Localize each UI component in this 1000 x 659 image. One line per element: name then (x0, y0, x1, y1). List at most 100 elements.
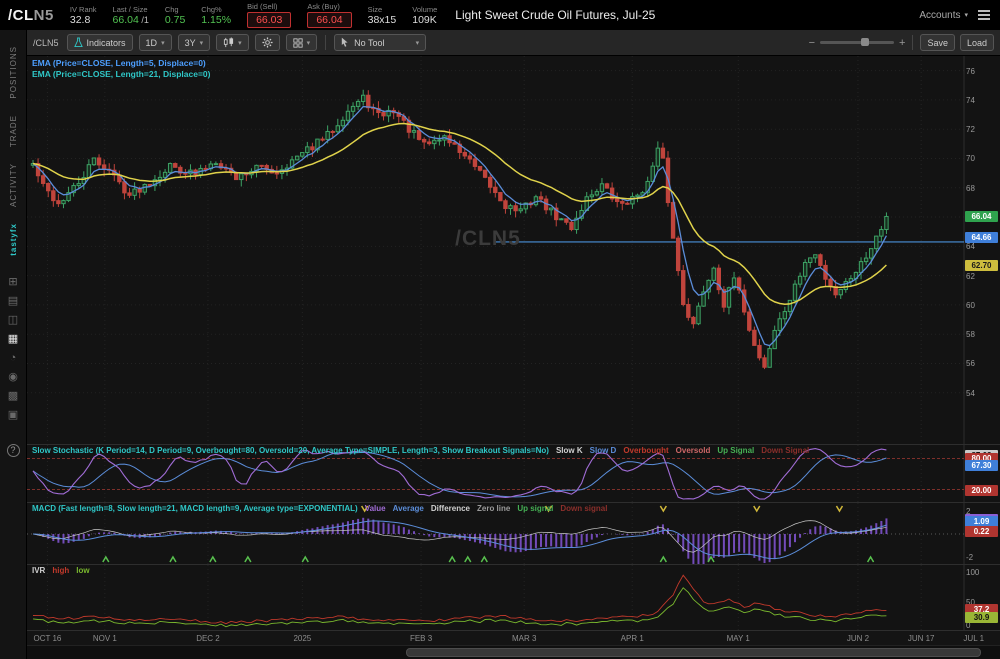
grid-layout-dropdown[interactable]: ▾ (286, 34, 318, 51)
legend-item: Average (393, 504, 424, 513)
ivr-panel[interactable]: IVRhighlow 10050037.230.9 (27, 564, 1000, 630)
accounts-menu[interactable]: Accounts ▾ (919, 10, 968, 21)
help-button[interactable]: ? (7, 444, 20, 457)
axis-label: 68 (966, 184, 996, 193)
sidebar-tab-activity[interactable]: ACTIVITY (9, 163, 18, 207)
sidebar-tab-trade[interactable]: TRADE (9, 115, 18, 147)
size-value: 38x15 (368, 14, 397, 26)
chart-style-dropdown[interactable]: ▾ (216, 34, 249, 51)
chart-area: /CLN5 Indicators 1D ▾ 3Y ▾ ▾ (27, 30, 1000, 659)
size-label: Size (368, 5, 397, 14)
legend-item: Up signal (517, 504, 553, 513)
chg-pct-field: Chg% 1.15% (201, 5, 231, 26)
macd-histogram (33, 518, 886, 564)
chevron-down-icon: ▾ (161, 39, 165, 47)
slow-d-line (33, 452, 886, 497)
last-size-label: Last / Size (113, 5, 149, 14)
chevron-down-icon: ▾ (307, 39, 311, 47)
timeframe-dropdown[interactable]: 1D ▾ (139, 34, 172, 51)
follow-icon[interactable]: ◉ (8, 371, 18, 384)
save-button[interactable]: Save (920, 34, 955, 51)
bid-label: Bid (Sell) (247, 2, 291, 11)
axis-price-badge: 0.22 (965, 526, 998, 537)
chart-settings-button[interactable] (255, 34, 280, 51)
up-signal-arrow (245, 557, 251, 562)
axis-label: 58 (966, 330, 996, 339)
load-button[interactable]: Load (960, 34, 994, 51)
charts-icon[interactable]: ▦ (8, 333, 18, 346)
news-icon[interactable]: ▤ (8, 295, 18, 308)
chevron-down-icon: ▾ (964, 11, 968, 19)
calendar-icon[interactable]: ▣ (8, 409, 18, 422)
axis-price-badge: 62.70 (965, 260, 998, 271)
time-axis-label: JUL 1 (963, 634, 984, 643)
iv-rank-label: IV Rank (70, 5, 97, 14)
iv-rank-field: IV Rank 32.8 (70, 5, 97, 26)
clock-icon[interactable]: ◔ (10, 352, 17, 365)
ivr-legend[interactable]: IVRhighlow (32, 566, 97, 576)
legend-item: high (52, 566, 69, 575)
legend-item: Down Signal (761, 446, 809, 455)
sidebar-tab-positions[interactable]: POSITIONS (9, 46, 18, 99)
bid-button[interactable]: 66.03 (247, 12, 291, 28)
up-signal-arrow (660, 557, 666, 562)
ask-field: Ask (Buy) 66.04 (307, 2, 351, 28)
zoom-out-button[interactable]: − (809, 37, 815, 49)
legend-item: Difference (431, 504, 470, 513)
stochastic-legend[interactable]: Slow Stochastic (K Period=14, D Period=9… (32, 446, 816, 456)
time-axis-label: DEC 2 (196, 634, 220, 643)
drawing-tool-value: No Tool (354, 38, 384, 48)
chg-value: 0.75 (165, 14, 185, 26)
indicator-title: MACD (Fast length=8, Slow length=21, MAC… (32, 504, 358, 513)
ask-label: Ask (Buy) (307, 2, 351, 11)
chg-pct-label: Chg% (201, 5, 231, 14)
scrollbar-thumb[interactable] (406, 648, 980, 657)
time-axis-label: JUN 2 (847, 634, 869, 643)
axis-price-badge: 30.9 (965, 612, 998, 623)
ivr-high-line (33, 575, 886, 624)
candlestick-icon (223, 37, 234, 48)
chg-label: Chg (165, 5, 185, 14)
legend-item: Up Signal (717, 446, 754, 455)
hamburger-menu-icon[interactable] (978, 10, 990, 20)
axis-label: 62 (966, 272, 996, 281)
price-chart-canvas[interactable] (27, 56, 1000, 444)
time-axis-label: MAY 1 (727, 634, 750, 643)
horizontal-scrollbar[interactable] (27, 645, 1000, 659)
chart-panels: EMA (Price=CLOSE, Length=5, Displace=0) … (27, 56, 1000, 630)
sidebar-tab-tastyfx[interactable]: tastyfx (9, 223, 18, 256)
apps-icon[interactable]: ▩ (8, 390, 18, 403)
zoom-slider-thumb[interactable] (861, 38, 869, 46)
macd-legend[interactable]: MACD (Fast length=8, Slow length=21, MAC… (32, 504, 614, 514)
axis-label: 54 (966, 389, 996, 398)
indicators-button[interactable]: Indicators (67, 34, 133, 51)
zoom-in-button[interactable]: + (899, 37, 905, 49)
last-size-suffix: /1 (139, 15, 149, 25)
last-value: 66.04 (113, 14, 139, 26)
layout-icon[interactable]: ◫ (8, 314, 18, 327)
quote-bar: /CLN5 IV Rank 32.8 Last / Size 66.04 /1 … (0, 0, 1000, 30)
time-axis-label: APR 1 (621, 634, 644, 643)
axis-label: 64 (966, 242, 996, 251)
indicators-label: Indicators (87, 38, 126, 48)
iv-rank-value: 32.8 (70, 14, 97, 26)
axis-label: 72 (966, 125, 996, 134)
range-dropdown[interactable]: 3Y ▾ (178, 34, 211, 51)
price-chart-panel[interactable]: EMA (Price=CLOSE, Length=5, Displace=0) … (27, 56, 1000, 444)
toolbar-symbol: /CLN5 (33, 38, 59, 48)
legend-item: Slow K (556, 446, 583, 455)
watchlist-icon[interactable]: ⊞ (8, 276, 17, 289)
ask-button[interactable]: 66.04 (307, 12, 351, 28)
grid-icon (293, 38, 303, 48)
macd-panel[interactable]: MACD (Fast length=8, Slow length=21, MAC… (27, 502, 1000, 564)
volume-value: 109K (412, 14, 437, 26)
ivr-canvas[interactable] (27, 565, 1000, 630)
chart-toolbar: /CLN5 Indicators 1D ▾ 3Y ▾ ▾ (27, 30, 1000, 56)
legend-item: Zero line (477, 504, 510, 513)
zoom-slider[interactable] (820, 41, 894, 44)
down-signal-arrow (660, 506, 666, 511)
symbol: /CLN5 (8, 7, 54, 24)
flask-icon (74, 37, 83, 48)
drawing-tool-dropdown[interactable]: No Tool ▾ (334, 34, 426, 51)
stochastic-panel[interactable]: Slow Stochastic (K Period=14, D Period=9… (27, 444, 1000, 502)
